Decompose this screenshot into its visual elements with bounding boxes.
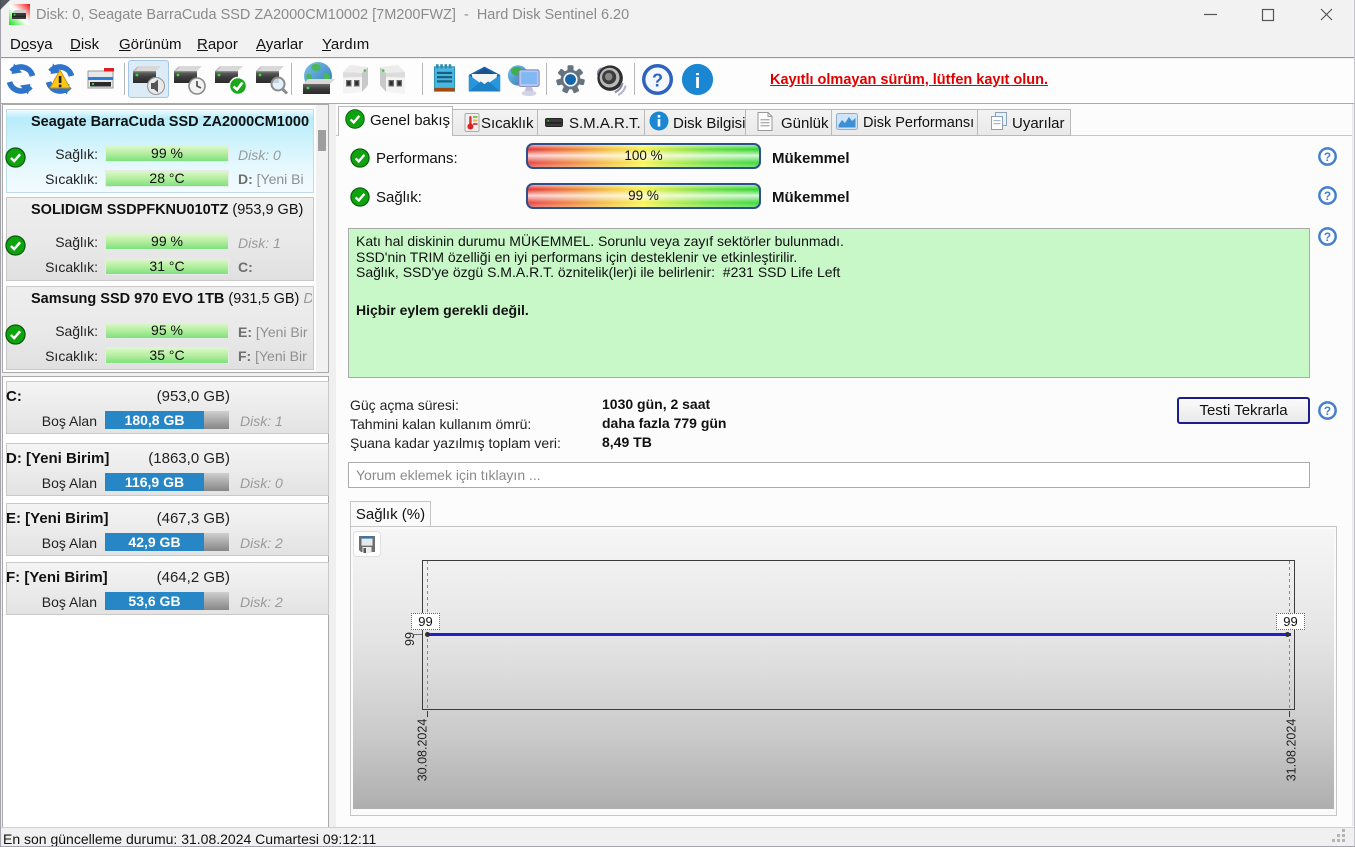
svg-text:?: ?	[1324, 150, 1331, 164]
svg-text:?: ?	[1324, 404, 1331, 418]
svg-text:?: ?	[1324, 230, 1331, 244]
svg-text:i: i	[695, 71, 701, 93]
svg-text:?: ?	[1324, 189, 1331, 203]
svg-text:?: ?	[652, 70, 663, 90]
